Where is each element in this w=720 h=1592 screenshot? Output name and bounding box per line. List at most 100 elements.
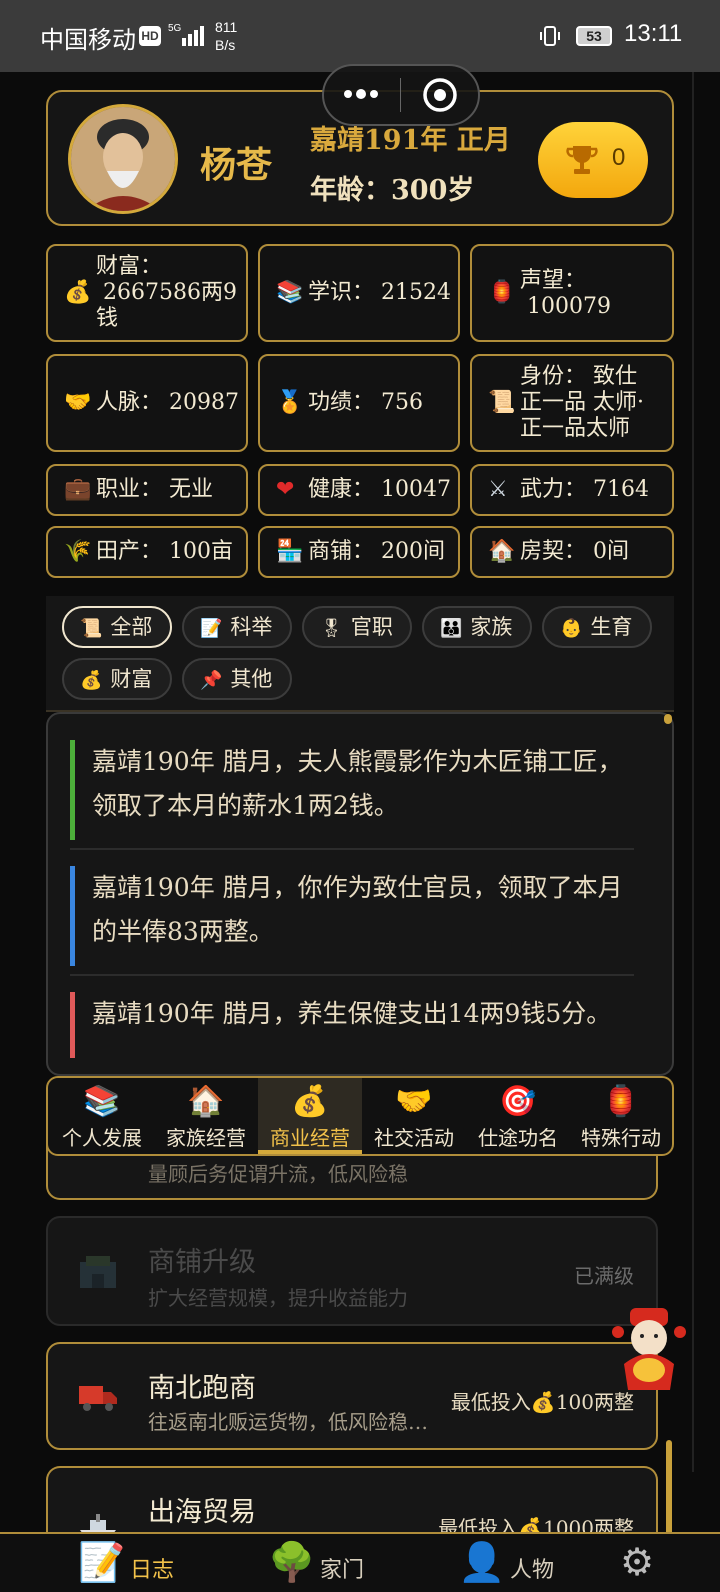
avatar[interactable] xyxy=(68,104,178,214)
filter-childbirth[interactable]: 👶 生育 xyxy=(542,606,652,648)
store-icon xyxy=(80,1256,116,1288)
heart-icon: ❤ xyxy=(276,477,295,502)
stat-text: 房契： 0间 xyxy=(520,539,629,564)
memo-icon: 📝 xyxy=(78,1540,126,1584)
gear-icon: ⚙ xyxy=(620,1540,655,1584)
filter-office[interactable]: 🎖 官职 xyxy=(302,606,412,648)
card-description: 扩大经营规模，提升收益能力 xyxy=(148,1286,408,1310)
log-text: 嘉靖190年 腊月，你作为致仕官员，领取了本月的半俸83两整。 xyxy=(92,873,623,946)
stat-text: 人脉： 20987 xyxy=(96,390,239,415)
stat-reputation: 🏮 声望： 100079 xyxy=(470,244,674,342)
more-menu-button[interactable] xyxy=(324,66,400,124)
tab-career[interactable]: 🎯 仕途功名 xyxy=(466,1078,570,1154)
lantern-icon: 🏮 xyxy=(488,280,516,305)
nav-family[interactable]: 🌳 家门 xyxy=(268,1538,378,1592)
stat-text: 学识： 21524 xyxy=(308,280,451,305)
filter-family[interactable]: 👪 家族 xyxy=(422,606,532,648)
nav-log[interactable]: 📝 日志 xyxy=(78,1538,188,1592)
stat-occupation: 💼 职业： 无业 xyxy=(46,464,248,516)
stat-text: 健康： 10047 xyxy=(308,477,451,502)
stat-text: 职业： 无业 xyxy=(96,477,213,502)
stat-deeds: 🏠 房契： 0间 xyxy=(470,526,674,578)
nav-settings[interactable]: ⚙ xyxy=(620,1538,680,1592)
log-category-bar xyxy=(70,992,75,1058)
stat-text: 田产： 100亩 xyxy=(96,539,233,564)
filter-exam[interactable]: 📝 科举 xyxy=(182,606,292,648)
medal-icon: 🏅 xyxy=(276,390,304,415)
stat-knowledge: 📚 学识： 21524 xyxy=(258,244,460,342)
network-speed: 811 B/s xyxy=(215,19,238,53)
stat-text: 声望： 100079 xyxy=(520,268,611,319)
stat-text: 功绩： 756 xyxy=(308,390,423,415)
card-title: 出海贸易 xyxy=(148,1497,256,1528)
stat-text: 武力： 7164 xyxy=(520,477,649,502)
house-icon: 🏠 xyxy=(187,1084,225,1119)
achievement-button[interactable]: 0 xyxy=(538,122,648,198)
trophy-icon xyxy=(566,146,598,174)
stat-shops: 🏪 商铺： 200间 xyxy=(258,526,460,578)
briefcase-icon: 💼 xyxy=(64,477,92,502)
handshake-icon: 🤝 xyxy=(395,1084,433,1119)
target-icon: 🎯 xyxy=(499,1084,537,1119)
lantern-icon: 🏮 xyxy=(602,1084,640,1119)
stat-wealth: 💰 财富： 2667586两9 钱 xyxy=(46,244,248,342)
clock: 13:11 xyxy=(624,20,683,47)
tab-business[interactable]: 💰 商业经营 xyxy=(258,1078,362,1154)
money-bag-icon: 💰 xyxy=(64,280,92,305)
carrier-name: 中国移动 xyxy=(40,27,136,54)
miniprogram-capsule xyxy=(322,64,480,126)
delivery-truck-icon xyxy=(79,1386,117,1411)
action-card-shop-upgrade[interactable]: 商铺升级 扩大经营规模，提升收益能力 已满级 xyxy=(46,1216,658,1326)
card-title: 南北跑商 xyxy=(148,1373,256,1404)
tree-icon: 🌳 xyxy=(268,1540,316,1584)
filter-wealth[interactable]: 💰 财富 xyxy=(62,658,172,700)
log-text: 嘉靖190年 腊月，养生保健支出14两9钱5分。 xyxy=(92,999,612,1028)
card-title: 商铺升级 xyxy=(148,1247,256,1278)
stat-text: 财富： 2667586两9 钱 xyxy=(96,254,237,331)
filter-all[interactable]: 📜 全部 xyxy=(62,606,172,648)
hd-badge: HD xyxy=(139,26,161,46)
log-scrollbar[interactable] xyxy=(664,714,672,724)
target-close-icon xyxy=(423,78,457,112)
action-list-scrollbar[interactable] xyxy=(666,1440,672,1540)
log-entry: 嘉靖190年 腊月，夫人熊霞影作为木匠铺工匠，领取了本月的薪水1两2钱。 xyxy=(70,740,634,850)
nav-character[interactable]: 👤 人物 xyxy=(458,1538,568,1592)
action-category-tabs: 📚 个人发展 🏠 家族经营 💰 商业经营 🤝 社交活动 🎯 仕途功名 🏮 特殊行动 xyxy=(46,1076,674,1156)
tab-special[interactable]: 🏮 特殊行动 xyxy=(570,1078,672,1154)
log-category-bar xyxy=(70,866,75,966)
family-icon: 👪 xyxy=(440,618,463,639)
wheat-icon: 🌾 xyxy=(64,539,92,564)
person-icon: 👤 xyxy=(458,1540,506,1584)
tab-family-management[interactable]: 🏠 家族经营 xyxy=(154,1078,258,1154)
close-miniprogram-button[interactable] xyxy=(404,66,480,124)
tab-social[interactable]: 🤝 社交活动 xyxy=(362,1078,466,1154)
page-edge-line xyxy=(692,72,694,1472)
card-description: 量顾后务促谓升流，低风险稳 xyxy=(148,1162,408,1186)
event-log[interactable]: 嘉靖190年 腊月，夫人熊霞影作为木匠铺工匠，领取了本月的薪水1两2钱。 嘉靖1… xyxy=(46,712,674,1076)
player-age: 年龄：300岁 xyxy=(310,175,475,206)
stat-identity: 📜 身份： 致仕 正一品 太师· 正一品太师 xyxy=(470,354,674,452)
stat-connections: 🤝 人脉： 20987 xyxy=(46,354,248,452)
action-card-trade-run[interactable]: 南北跑商 往返南北贩运货物，低风险稳… 最低投入💰100两整 xyxy=(46,1342,658,1450)
books-icon: 📚 xyxy=(276,280,304,305)
status-bar: 中国移动 HD 5G 811 B/s 53 13:11 xyxy=(0,0,720,72)
vibrate-icon xyxy=(540,26,560,46)
fortune-god-mascot[interactable] xyxy=(604,1304,694,1396)
log-entry: 嘉靖190年 腊月，你作为致仕官员，领取了本月的半俸83两整。 xyxy=(70,866,634,976)
stat-force: ⚔ 武力： 7164 xyxy=(470,464,674,516)
log-entry: 嘉靖190年 腊月，养生保健支出14两9钱5分。 xyxy=(70,992,634,1058)
scroll-icon: 📜 xyxy=(80,618,103,639)
crossed-swords-icon: ⚔ xyxy=(488,477,508,502)
log-category-bar xyxy=(70,740,75,840)
filter-other[interactable]: 📌 其他 xyxy=(182,658,292,700)
card-status: 已满级 xyxy=(574,1264,634,1288)
scroll-icon: 📜 xyxy=(488,390,516,415)
stat-text: 身份： 致仕 正一品 太师· 正一品太师 xyxy=(520,364,644,441)
money-bag-icon: 💰 xyxy=(291,1084,329,1119)
bottom-navigation: 📝 日志 🌳 家门 👤 人物 ⚙ xyxy=(0,1532,720,1592)
military-medal-icon: 🎖 xyxy=(320,618,343,639)
stat-health: ❤ 健康： 10047 xyxy=(258,464,460,516)
tab-personal-development[interactable]: 📚 个人发展 xyxy=(50,1078,154,1154)
battery-icon: 53 xyxy=(576,26,612,46)
card-description: 往返南北贩运货物，低风险稳… xyxy=(148,1410,428,1434)
